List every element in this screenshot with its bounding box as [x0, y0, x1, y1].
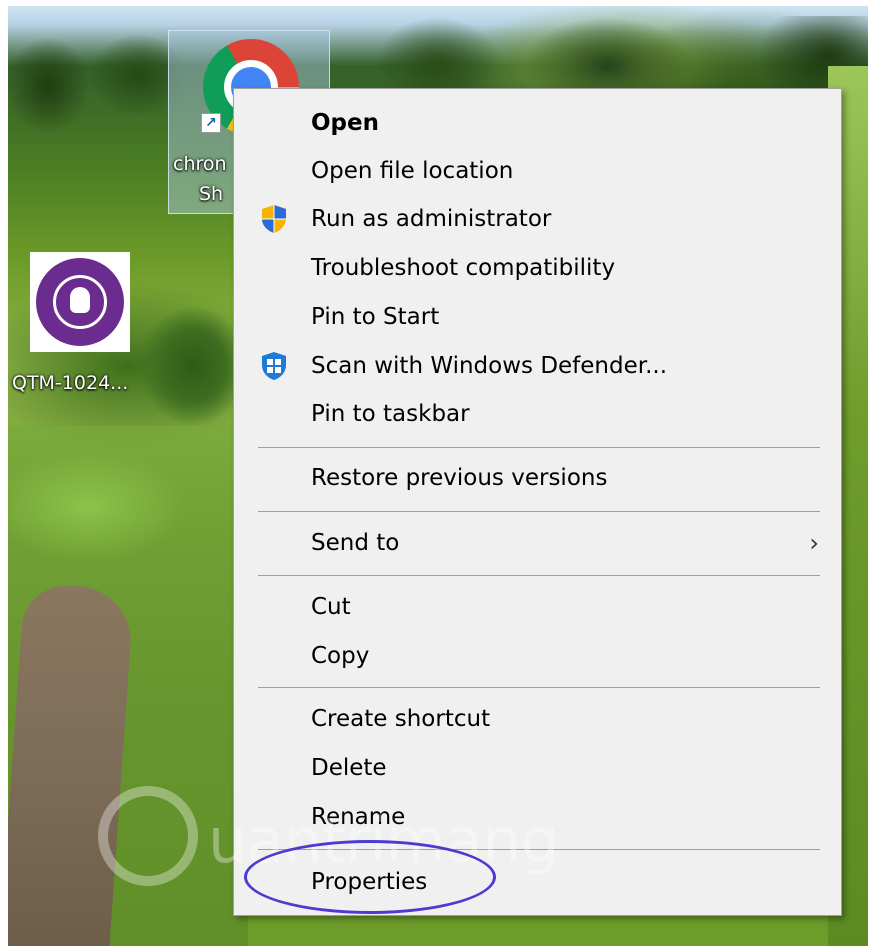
menu-item-label: Delete — [311, 755, 387, 781]
menu-separator — [258, 687, 820, 688]
menu-item-label: Cut — [311, 594, 351, 620]
menu-item-label: Troubleshoot compatibility — [311, 255, 616, 281]
windows-defender-icon — [258, 350, 290, 382]
menu-item-label: Run as administrator — [311, 206, 552, 232]
menu-item-cut[interactable]: Cut — [234, 584, 841, 630]
desktop-icon-label: QTM-1024... — [12, 372, 129, 394]
menu-item-label: Open — [311, 110, 379, 136]
menu-separator — [258, 511, 820, 512]
menu-item-pin-to-taskbar[interactable]: Pin to taskbar — [234, 391, 841, 437]
menu-item-rename[interactable]: Rename — [234, 794, 841, 840]
menu-item-run-as-administrator[interactable]: Run as administrator — [234, 196, 841, 242]
menu-item-label: Scan with Windows Defender... — [311, 353, 668, 379]
menu-item-troubleshoot-compatibility[interactable]: Troubleshoot compatibility — [234, 245, 841, 291]
menu-item-send-to[interactable]: Send to › — [234, 520, 841, 566]
background-bush — [138, 306, 248, 426]
menu-item-delete[interactable]: Delete — [234, 745, 841, 791]
menu-item-pin-to-start[interactable]: Pin to Start — [234, 294, 841, 340]
menu-item-open[interactable]: Open — [234, 100, 841, 146]
menu-item-label: Pin to Start — [311, 304, 440, 330]
menu-item-restore-previous-versions[interactable]: Restore previous versions — [234, 455, 841, 501]
menu-separator — [258, 575, 820, 576]
menu-item-label: Create shortcut — [311, 706, 491, 732]
menu-item-open-file-location[interactable]: Open file location — [234, 148, 841, 194]
menu-item-create-shortcut[interactable]: Create shortcut — [234, 696, 841, 742]
desktop-icon-label: chron — [173, 153, 227, 175]
menu-item-label: Open file location — [311, 158, 514, 184]
menu-item-label: Restore previous versions — [311, 465, 608, 491]
context-menu: Open Open file location Run as administr… — [233, 88, 842, 916]
shortcut-arrow-icon: ↗ — [201, 113, 221, 133]
highlight-oval — [244, 840, 496, 914]
chevron-right-icon: › — [809, 529, 819, 557]
lightbulb-logo-icon — [36, 258, 124, 346]
menu-separator — [258, 447, 820, 448]
desktop-icon-label: Sh — [199, 183, 224, 205]
menu-item-scan-with-windows-defender[interactable]: Scan with Windows Defender... — [234, 343, 841, 389]
menu-item-label: Rename — [311, 804, 406, 830]
desktop-icon-qtm[interactable] — [30, 252, 130, 352]
menu-item-label: Copy — [311, 643, 370, 669]
menu-item-copy[interactable]: Copy — [234, 633, 841, 679]
menu-item-label: Send to — [311, 530, 400, 556]
menu-item-label: Pin to taskbar — [311, 401, 470, 427]
uac-shield-icon — [258, 203, 290, 235]
